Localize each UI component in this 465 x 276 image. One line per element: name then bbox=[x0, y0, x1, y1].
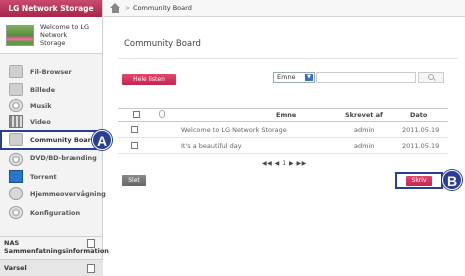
callout-a: A bbox=[92, 130, 112, 150]
community-board-icon bbox=[9, 133, 23, 146]
search-field-select-value: Emne bbox=[277, 73, 296, 81]
search-field-select[interactable]: Emne ▼ bbox=[273, 72, 315, 83]
sidebar-item-community-board[interactable]: Community Board bbox=[0, 130, 103, 150]
sidebar-item-label: Video bbox=[30, 118, 51, 126]
sidebar-item-label: Torrent bbox=[30, 173, 57, 181]
write-button-highlight: Skriv bbox=[395, 172, 443, 189]
column-header-author: Skrevet af bbox=[345, 111, 383, 119]
sidebar-item-label: Fil-Browser bbox=[30, 68, 72, 76]
sidebar-item-label: Community Board bbox=[30, 136, 96, 144]
nas-summary-section[interactable]: NAS Sammenfatningsinformation bbox=[0, 236, 109, 256]
page-title: Community Board bbox=[124, 39, 201, 49]
welcome-panel: Welcome to LG Network Storage bbox=[0, 17, 102, 54]
column-header-date: Dato bbox=[410, 111, 428, 119]
pagination: ◀◀ ◀ 1 ▶ ▶▶ bbox=[262, 160, 307, 167]
row-author: admin bbox=[354, 126, 375, 134]
select-all-checkbox[interactable] bbox=[133, 111, 140, 118]
first-page-icon[interactable]: ◀◀ bbox=[262, 160, 272, 167]
table-header: Emne Skrevet af Dato bbox=[118, 109, 448, 121]
prev-page-icon[interactable]: ◀ bbox=[275, 160, 280, 167]
next-page-icon[interactable]: ▶ bbox=[289, 160, 294, 167]
photo-icon bbox=[9, 83, 23, 96]
row-author: admin bbox=[354, 142, 375, 150]
sidebar-item-file-browser[interactable]: Fil-Browser bbox=[0, 62, 103, 82]
expand-icon[interactable] bbox=[87, 264, 95, 273]
column-header-subject: Emne bbox=[276, 111, 297, 119]
search-button[interactable] bbox=[418, 72, 444, 83]
row-subject[interactable]: Welcome to LG Network Storage bbox=[181, 126, 287, 134]
attachment-icon bbox=[159, 110, 165, 118]
alert-section[interactable]: Varsel bbox=[0, 259, 103, 276]
last-page-icon[interactable]: ▶▶ bbox=[297, 160, 307, 167]
breadcrumb-current: Community Board bbox=[133, 4, 192, 12]
sidebar-item-label: Musik bbox=[30, 102, 52, 110]
breadcrumb: > Community Board bbox=[104, 0, 465, 17]
table-row[interactable]: Welcome to LG Network Storage admin 2011… bbox=[118, 122, 448, 138]
expand-icon[interactable] bbox=[87, 239, 95, 248]
file-browser-icon bbox=[9, 65, 23, 78]
chevron-down-icon: ▼ bbox=[305, 74, 313, 81]
search-input[interactable] bbox=[316, 72, 416, 83]
all-list-button[interactable]: Hele listen bbox=[122, 74, 176, 85]
callout-b: B bbox=[442, 170, 462, 190]
sidebar-item-video[interactable]: Video bbox=[0, 112, 103, 132]
row-date: 2011.05.19 bbox=[402, 142, 440, 150]
torrent-icon bbox=[9, 170, 23, 183]
breadcrumb-separator: > bbox=[125, 4, 131, 12]
video-icon bbox=[9, 115, 23, 128]
row-checkbox[interactable] bbox=[131, 142, 138, 149]
disc-icon bbox=[9, 153, 23, 166]
sidebar-item-label: Hjemmeovervågning bbox=[30, 190, 106, 198]
settings-icon bbox=[9, 206, 23, 219]
row-checkbox[interactable] bbox=[131, 126, 138, 133]
write-button[interactable]: Skriv bbox=[406, 176, 432, 186]
delete-button[interactable]: Slet bbox=[122, 175, 146, 186]
nas-summary-label: NAS Sammenfatningsinformation bbox=[4, 239, 109, 255]
sidebar-item-label: Konfiguration bbox=[30, 209, 81, 217]
title-divider bbox=[118, 58, 458, 59]
row-date: 2011.05.19 bbox=[402, 126, 440, 134]
welcome-thumbnail bbox=[6, 24, 34, 46]
table-row[interactable]: It's a beautiful day admin 2011.05.19 bbox=[118, 138, 448, 154]
row-subject[interactable]: It's a beautiful day bbox=[181, 142, 242, 150]
sidebar-item-settings[interactable]: Konfiguration bbox=[0, 203, 103, 223]
home-icon[interactable] bbox=[110, 3, 121, 13]
sidebar-item-label: Billede bbox=[30, 86, 56, 94]
sidebar-item-label: DVD/BD-brænding bbox=[30, 154, 97, 162]
sidebar: LG Network Storage Welcome to LG Network… bbox=[0, 0, 109, 276]
music-icon bbox=[9, 99, 23, 112]
brand-title: LG Network Storage bbox=[0, 0, 102, 17]
current-page[interactable]: 1 bbox=[282, 160, 286, 167]
alert-label: Varsel bbox=[4, 264, 27, 272]
sidebar-item-home-monitoring[interactable]: Hjemmeovervågning bbox=[0, 184, 106, 204]
home-monitoring-icon bbox=[9, 187, 23, 200]
welcome-text: Welcome to LG Network Storage bbox=[40, 23, 90, 47]
